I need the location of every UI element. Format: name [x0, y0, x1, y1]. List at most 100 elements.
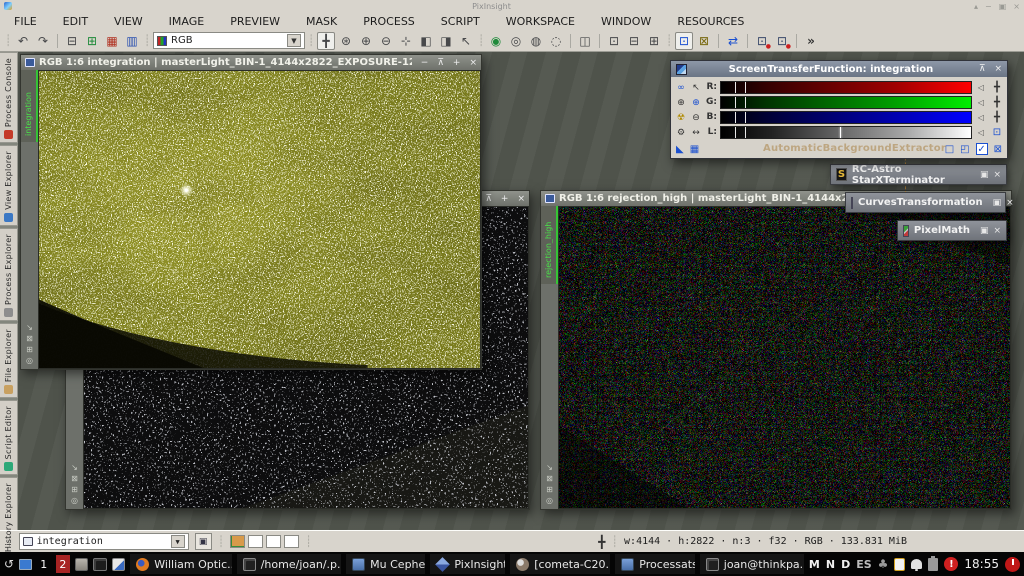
toolbar-icon[interactable]: ⊛ — [337, 32, 355, 50]
stf-snapshot-icon[interactable]: ◰ — [960, 144, 969, 155]
toolbar-icon[interactable]: ⇄ — [724, 32, 742, 50]
chevron-down-icon[interactable]: ▼ — [171, 535, 185, 548]
alert-tray-icon[interactable]: ! — [944, 557, 958, 571]
toolbar-icon[interactable]: ⊞ — [83, 32, 101, 50]
terminal-launcher-icon[interactable] — [93, 558, 106, 571]
strip-tool-icon[interactable]: ⊠ — [26, 334, 33, 343]
file-manager-launcher-icon[interactable] — [75, 558, 88, 571]
toolbar-icon[interactable]: ◉ — [487, 32, 505, 50]
toolbar-icon[interactable]: ↶ — [14, 32, 32, 50]
toolbar-icon[interactable]: ◌ — [547, 32, 565, 50]
toolbar-icon[interactable]: ⊡ — [753, 32, 771, 50]
close-icon[interactable]: × — [469, 58, 477, 68]
toolbar-icon[interactable]: ┊ — [4, 32, 12, 50]
rejection-image-canvas[interactable] — [558, 206, 1011, 509]
stf-tool-icon[interactable]: ⊖ — [689, 110, 703, 125]
taskbar-app-button[interactable]: Processats — [615, 554, 695, 574]
chevron-down-icon[interactable]: ▼ — [287, 34, 301, 47]
strip-tool-icon[interactable]: ⊞ — [26, 345, 33, 354]
toolbar-icon[interactable]: ⊡ — [773, 32, 791, 50]
channel-histogram-slider[interactable] — [720, 81, 972, 94]
channel-adjust-icon[interactable]: ╋ — [990, 97, 1004, 108]
sidebar-tab[interactable]: Script Editor — [0, 400, 18, 475]
curves-transformation-window[interactable]: CurvesTransformation ▣ × — [845, 192, 1006, 213]
channel-reset-icon[interactable]: ◁ — [975, 113, 987, 122]
strip-tool-icon[interactable]: ↘ — [71, 463, 78, 472]
integration-window[interactable]: RGB 1:6 integration | masterLight_BIN-1_… — [20, 54, 482, 370]
stf-tool-icon[interactable]: ↖ — [689, 80, 703, 95]
taskbar-app-button[interactable]: joan@thinkpa... — [700, 554, 804, 574]
toolbar-icon[interactable]: ⊡ — [605, 32, 623, 50]
clock[interactable]: 18:55 — [964, 557, 999, 571]
toolbar-icon[interactable] — [570, 34, 571, 48]
sidebar-tab[interactable]: File Explorer — [0, 323, 18, 398]
strip-tool-icon[interactable]: ◎ — [71, 496, 78, 505]
close-icon[interactable]: × — [1006, 198, 1014, 208]
minimize-icon[interactable]: − — [421, 58, 429, 68]
taskbar-app-button[interactable]: [cometa-C20... — [510, 554, 610, 574]
close-icon[interactable]: × — [517, 194, 525, 204]
stf-tool-icon[interactable]: ∞ — [674, 80, 688, 95]
active-view-selector[interactable]: integration ▼ — [19, 533, 189, 550]
app-launcher-icon[interactable] — [112, 558, 125, 571]
restore-window-icon[interactable]: ▣ — [999, 2, 1007, 11]
stf-grid-icon[interactable]: ▦ — [690, 144, 699, 155]
close-window-icon[interactable]: × — [1013, 2, 1020, 11]
close-icon[interactable]: × — [994, 64, 1002, 74]
notifications-bell-icon[interactable] — [911, 559, 922, 569]
menu-item[interactable]: EDIT — [63, 15, 88, 28]
maximize-icon[interactable]: + — [501, 194, 509, 204]
toolbar-icon[interactable]: ↖ — [457, 32, 475, 50]
restore-icon[interactable]: ▣ — [993, 198, 1002, 208]
strip-tool-icon[interactable]: ⊠ — [546, 474, 553, 483]
workspace-swatch[interactable] — [230, 535, 245, 548]
taskbar-app-button[interactable]: William Optic... — [130, 554, 231, 574]
toolbar-icon[interactable] — [796, 34, 797, 48]
toolbar-icon[interactable]: ▥ — [123, 32, 141, 50]
toolbar-icon[interactable] — [747, 34, 748, 48]
battery-icon[interactable] — [928, 558, 938, 571]
shade-icon[interactable]: ⊼ — [485, 194, 492, 204]
sidebar-tab[interactable]: View Explorer — [0, 145, 18, 226]
integration-window-titlebar[interactable]: RGB 1:6 integration | masterLight_BIN-1_… — [21, 55, 481, 70]
stf-tool-icon[interactable]: ⚙ — [674, 125, 688, 140]
integration-image-canvas[interactable] — [38, 70, 481, 369]
channel-histogram-slider[interactable] — [720, 126, 972, 139]
taskbar-app-button[interactable]: PixInsight — [430, 554, 505, 574]
sidebar-tab[interactable]: Process Explorer — [0, 228, 18, 321]
stf-tool-icon[interactable]: ↔ — [689, 125, 703, 140]
channel-reset-icon[interactable]: ◁ — [975, 83, 987, 92]
close-icon[interactable]: × — [993, 170, 1001, 180]
strip-tool-icon[interactable]: ↘ — [546, 463, 553, 472]
keyboard-layout-indicator[interactable]: D — [841, 558, 850, 571]
workspace-swatch[interactable] — [284, 535, 299, 548]
workspace-button[interactable]: 1 — [37, 555, 51, 573]
stf-tool-icon[interactable]: ☢ — [674, 110, 688, 125]
toolbar-icon[interactable]: ◍ — [527, 32, 545, 50]
keyboard-layout-indicator[interactable]: N — [826, 558, 835, 571]
menu-item[interactable]: VIEW — [114, 15, 143, 28]
toolbar-icon[interactable]: » — [802, 32, 820, 50]
strip-tool-icon[interactable]: ⊞ — [546, 485, 553, 494]
toolbar-icon[interactable]: ⊖ — [377, 32, 395, 50]
strip-tool-icon[interactable]: ⊞ — [71, 485, 78, 494]
toolbar-icon[interactable] — [718, 34, 719, 48]
menu-item[interactable]: FILE — [14, 15, 37, 28]
toolbar-icon[interactable]: ┊ — [477, 32, 485, 50]
channel-reset-icon[interactable]: ◁ — [975, 128, 987, 137]
stf-tool-icon[interactable]: ⊕ — [674, 95, 688, 110]
strip-tool-icon[interactable]: ◎ — [546, 496, 553, 505]
toolbar-icon[interactable]: ⊹ — [397, 32, 415, 50]
menu-item[interactable]: SCRIPT — [441, 15, 480, 28]
menu-item[interactable]: IMAGE — [169, 15, 205, 28]
toolbar-icon[interactable]: ┊ — [307, 32, 315, 50]
taskbar-app-button[interactable]: /home/joan/.p... — [237, 554, 341, 574]
menu-item[interactable]: WINDOW — [601, 15, 651, 28]
toolbar-icon[interactable]: ┊ — [665, 32, 673, 50]
toolbar-icon[interactable]: ╋ — [317, 32, 335, 50]
stf-edit-icon[interactable]: ◣ — [676, 144, 684, 155]
screen-switcher-icon[interactable] — [19, 559, 32, 570]
strip-tool-icon[interactable]: ↘ — [26, 323, 33, 332]
pin-window-icon[interactable]: ▴ — [974, 2, 978, 11]
keyboard-layout-indicator[interactable]: M — [809, 558, 820, 571]
